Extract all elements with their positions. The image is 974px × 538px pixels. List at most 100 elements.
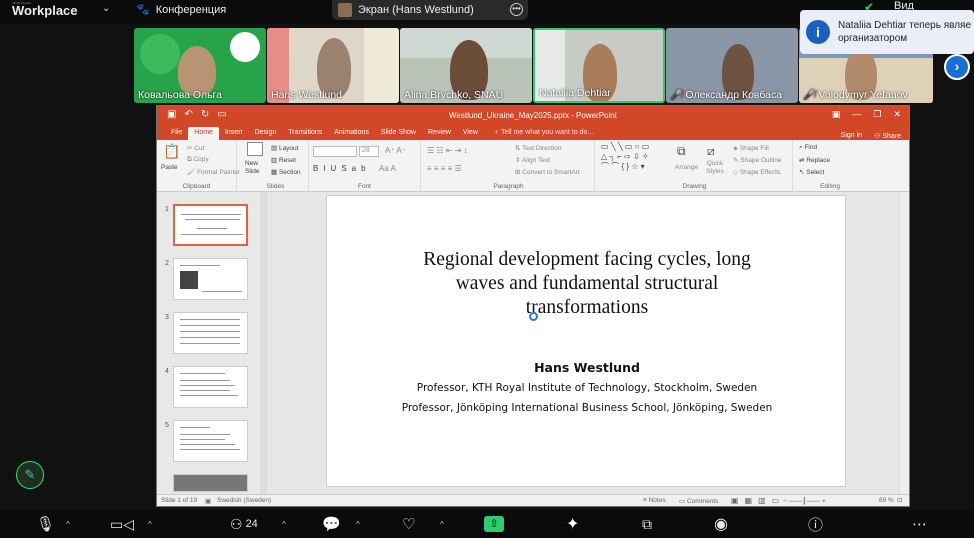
slide-affiliation[interactable]: Professor, KTH Royal Institute of Techno…	[327, 382, 847, 394]
participants-button[interactable]: ⚇ 24	[230, 514, 258, 534]
reactions-options-caret[interactable]: ^	[440, 514, 444, 534]
slide-thumbnail[interactable]	[173, 312, 248, 354]
more-options-icon[interactable]: •••	[510, 3, 523, 16]
sign-in-link[interactable]: Sign in	[841, 132, 862, 140]
tab-animations[interactable]: Animations	[328, 127, 375, 140]
info-button[interactable]: ⓘ	[808, 514, 823, 534]
font-size-box[interactable]: 28	[359, 146, 379, 157]
slide-title[interactable]: Regional development facing cycles, long…	[397, 248, 777, 320]
participant-tile[interactable]: Ковальова Ольга	[134, 28, 266, 103]
slide-thumbnail[interactable]	[173, 258, 248, 300]
apps-button[interactable]: ⧉	[642, 514, 652, 534]
vertical-scrollbar[interactable]	[899, 192, 909, 494]
find-button[interactable]: ⌕ Find	[799, 144, 817, 152]
participant-tile[interactable]: Hans Westlund	[267, 28, 399, 103]
reactions-button[interactable]: ♡	[402, 514, 415, 534]
quick-styles-icon[interactable]: ⧄	[707, 144, 715, 159]
comments-button[interactable]: ▭ Comments	[679, 497, 718, 505]
tab-view[interactable]: View	[457, 127, 484, 140]
participants-options-caret[interactable]: ^	[282, 514, 286, 534]
fit-slide-icon[interactable]: ⊡	[897, 496, 902, 504]
slide-author[interactable]: Hans Westlund	[327, 360, 847, 375]
section-icon: ▦	[271, 169, 279, 176]
slide-edit-area: Regional development facing cycles, long…	[267, 192, 909, 494]
next-page-button[interactable]: ›	[944, 54, 970, 80]
maximize-icon[interactable]: ❐	[873, 109, 881, 120]
section-button[interactable]: ▦ Section	[271, 168, 301, 176]
tab-home[interactable]: Home	[188, 127, 219, 140]
shapes-gallery[interactable]: ▭ ╲ ╲ ▭ ○ ▭ △ ┐ ⌐ ⇨ ⇩ ✧ ⌒ ⌒ { } ☆ ▾	[601, 142, 649, 172]
replace-button[interactable]: ⇄ Replace	[799, 156, 830, 164]
chat-button[interactable]: 💬	[322, 514, 341, 534]
copy-button[interactable]: ⧉ Copy	[187, 156, 209, 164]
new-slide-button[interactable]: New Slide	[245, 160, 267, 176]
more-button[interactable]: ⋯	[912, 514, 927, 534]
list-icons[interactable]: ☰ ☷ ⇤ ⇥ ↕	[427, 146, 468, 155]
view-mode-icons[interactable]: ▣▦▥▭	[731, 496, 785, 505]
align-text-button[interactable]: ⇕ Align Text	[515, 156, 550, 164]
font-color-icon[interactable]: Aa A	[379, 164, 396, 173]
ai-companion-button[interactable]: ✦	[566, 514, 579, 534]
slide-thumbnail[interactable]	[173, 204, 248, 246]
grow-font-icon[interactable]: A⁺ A⁻	[385, 146, 406, 155]
mic-options-caret[interactable]: ^	[66, 514, 70, 534]
paste-button[interactable]: Paste	[161, 164, 178, 171]
tab-slide-show[interactable]: Slide Show	[375, 127, 422, 140]
tab-file[interactable]: File	[165, 127, 188, 140]
layout-button[interactable]: ▤ Layout	[271, 144, 298, 152]
spellcheck-icon[interactable]: ▣	[205, 497, 211, 505]
format-painter-button[interactable]: 🖌 Format Painter	[187, 168, 240, 176]
align-icons[interactable]: ≡ ≡ ≡ ≡ ☰	[427, 164, 462, 173]
slide-thumbnail[interactable]	[173, 366, 248, 408]
share-button[interactable]: ⚇ Share	[874, 132, 901, 140]
chat-options-caret[interactable]: ^	[356, 514, 360, 534]
annotate-button[interactable]: ✎	[16, 461, 44, 489]
mic-button[interactable]: 🎙	[36, 514, 55, 534]
participant-tile[interactable]: 🎤̸ Олександр Ковбаса	[666, 28, 798, 103]
participant-tile[interactable]: Alina Brychko, SNAU	[400, 28, 532, 103]
video-options-caret[interactable]: ^	[148, 514, 152, 534]
shape-fill-button[interactable]: ◈ Shape Fill	[733, 144, 769, 152]
share-screen-button[interactable]: ⇧	[484, 514, 504, 534]
select-button[interactable]: ↖ Select	[799, 168, 824, 176]
quick-styles-button[interactable]: Quick Styles	[703, 160, 727, 176]
toast-text: Nataliia Dehtiar теперь являе	[838, 20, 972, 31]
arrange-button[interactable]: Arrange	[675, 164, 698, 171]
close-icon[interactable]: ✕	[893, 109, 901, 120]
slide-affiliation[interactable]: Professor, Jönköping International Busin…	[327, 402, 847, 414]
chevron-down-icon[interactable]: ⌄	[102, 3, 110, 14]
tab-insert[interactable]: Insert	[219, 127, 249, 140]
shape-outline-button[interactable]: ✎ Shape Outline	[733, 156, 781, 164]
slide-thumbnail[interactable]	[173, 420, 248, 462]
minimize-icon[interactable]: —	[852, 109, 861, 120]
current-slide[interactable]: Regional development facing cycles, long…	[326, 195, 846, 487]
notes-button[interactable]: ≡ Notes	[643, 497, 666, 504]
font-style-icons[interactable]: BIUSab	[313, 164, 371, 173]
screen-share-pill[interactable]: Экран (Hans Westlund) •••	[332, 0, 528, 20]
cut-button[interactable]: ✂ Cut	[187, 144, 204, 152]
ribbon-display-icon[interactable]: ▣	[832, 109, 841, 120]
apps-icon: ⧉	[642, 515, 652, 532]
font-name-box[interactable]	[313, 146, 357, 157]
thumbnails-scrollbar[interactable]	[260, 192, 267, 494]
tab-review[interactable]: Review	[422, 127, 457, 140]
video-button[interactable]: ▭◁	[110, 514, 134, 534]
record-button[interactable]: ◉	[714, 514, 728, 534]
tell-me-input[interactable]: ♀ Tell me what you want to do...	[488, 127, 599, 140]
participant-tile-active[interactable]: Nataliia Dehtiar	[533, 28, 665, 103]
tab-design[interactable]: Design	[248, 127, 282, 140]
text-direction-button[interactable]: ⇅ Text Direction	[515, 144, 562, 152]
conference-button[interactable]: 🐾 Конференция	[136, 3, 226, 17]
language-indicator[interactable]: Swedish (Sweden)	[217, 497, 271, 504]
notification-toast[interactable]: i Nataliia Dehtiar теперь являе организа…	[800, 10, 974, 54]
reset-button[interactable]: ▥ Reset	[271, 156, 296, 164]
paste-icon[interactable]: 📋	[163, 143, 180, 160]
smartart-button[interactable]: ⊞ Convert to SmartArt	[515, 168, 580, 176]
zoom-slider[interactable]: − ───┃─── +	[783, 497, 826, 505]
new-slide-icon[interactable]	[247, 142, 263, 156]
shape-effects-button[interactable]: ◇ Shape Effects	[733, 168, 780, 176]
slide-thumbnail[interactable]	[173, 474, 248, 492]
zoom-level[interactable]: 69 %	[879, 497, 894, 504]
tab-transitions[interactable]: Transitions	[282, 127, 328, 140]
arrange-icon[interactable]: ⧉	[677, 144, 686, 159]
